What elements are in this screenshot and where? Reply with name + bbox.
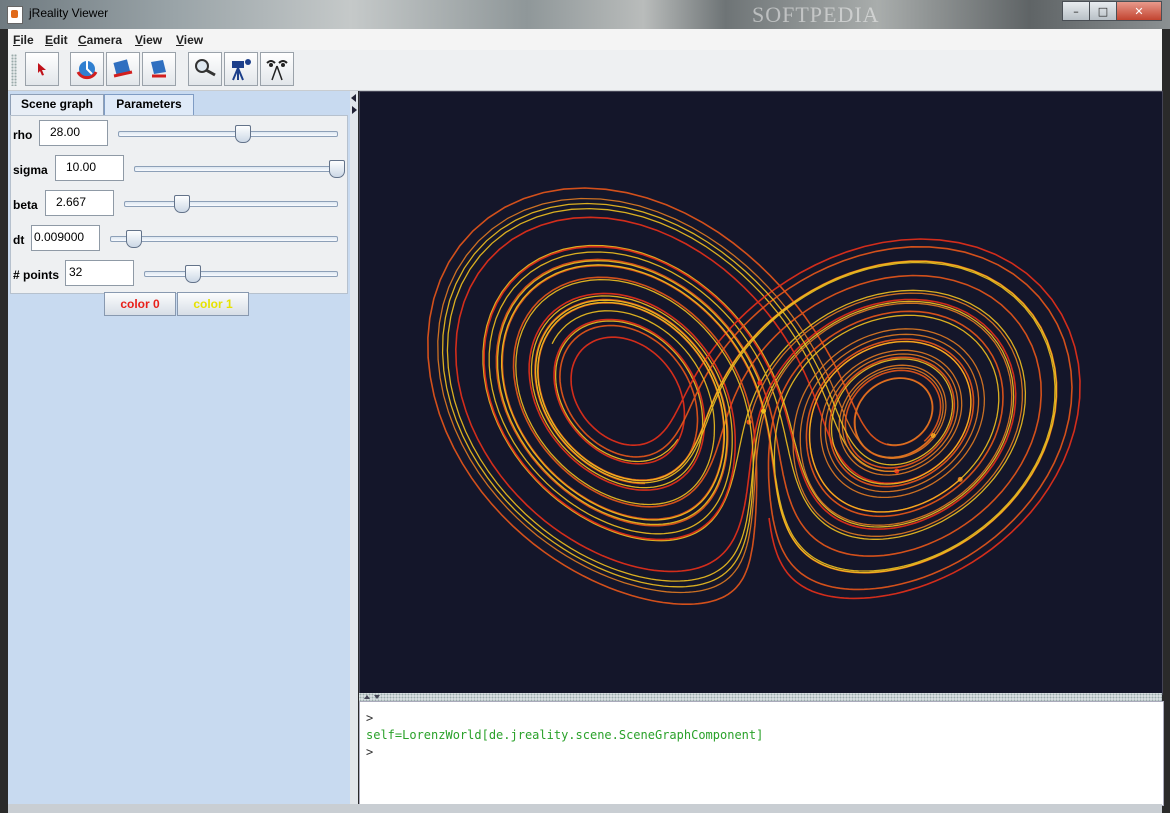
param-row-points: # points 32 [11, 260, 347, 290]
menu-file[interactable]: File [13, 33, 34, 47]
rotate-tool-icon [76, 61, 98, 80]
split-pane-divider[interactable] [350, 91, 358, 804]
dt-slider[interactable] [110, 230, 338, 248]
camera-tool-button[interactable] [224, 52, 258, 86]
zoom-tool-button[interactable] [188, 52, 222, 86]
menu-camera[interactable]: Camera [78, 33, 122, 47]
rho-field[interactable]: 28.00 [39, 120, 108, 146]
maximize-button[interactable]: □ [1089, 1, 1117, 21]
console-split-divider[interactable] [359, 693, 1162, 701]
translate-tool-button[interactable] [106, 52, 140, 86]
dt-slider-thumb[interactable] [125, 230, 142, 248]
toolbar-grip[interactable] [11, 54, 17, 86]
rho-slider[interactable] [118, 125, 338, 143]
parameters-panel: rho 28.00 sigma 10.00 beta 2.667 dt 0.00… [10, 115, 348, 294]
beanshell-console[interactable]: > self=LorenzWorld[de.jreality.scene.Sce… [359, 701, 1164, 806]
param-row-dt: dt 0.009000 [11, 225, 347, 255]
menu-view[interactable]: View [135, 33, 162, 47]
zoom-magnifier-icon [195, 59, 216, 77]
expand-right-icon[interactable] [352, 106, 357, 114]
sigma-slider[interactable] [134, 160, 345, 178]
title-bar[interactable]: jReality Viewer SOFTPEDIA – □ ✕ [0, 0, 1170, 29]
color-1-button[interactable]: color 1 [177, 292, 249, 316]
left-panel: Scene graph Parameters rho 28.00 sigma 1… [8, 91, 350, 804]
viewer-canvas[interactable] [359, 91, 1163, 695]
stereo-tool-button[interactable] [260, 52, 294, 86]
stereo-eyes-icon [266, 60, 288, 81]
console-prompt: > [366, 711, 374, 725]
param-label-rho: rho [13, 128, 33, 142]
menu-bar: File Edit Camera View View [8, 29, 1162, 51]
drag-tool-icon [151, 60, 166, 78]
param-label-beta: beta [13, 198, 38, 212]
camera-tripod-icon [232, 59, 251, 81]
window-controls: – □ ✕ [1062, 1, 1162, 21]
trajectory-point [757, 380, 763, 386]
close-icon: ✕ [1134, 4, 1144, 18]
select-tool-button[interactable] [25, 52, 59, 86]
points-slider-thumb[interactable] [185, 265, 201, 283]
pointer-arrow-icon [38, 63, 46, 76]
beta-field[interactable]: 2.667 [45, 190, 114, 216]
drag-tool-button[interactable] [142, 52, 176, 86]
rho-slider-thumb[interactable] [235, 125, 252, 143]
points-field[interactable]: 32 [65, 260, 134, 286]
status-bar [8, 804, 1162, 813]
console-output-line: self=LorenzWorld[de.jreality.scene.Scene… [366, 728, 764, 742]
menu-view-2[interactable]: View [176, 33, 203, 47]
points-slider[interactable] [144, 265, 338, 283]
beta-slider-thumb[interactable] [174, 195, 191, 213]
maximize-icon: □ [1097, 4, 1109, 18]
dt-field[interactable]: 0.009000 [31, 225, 100, 251]
lorenz-attractor-view [427, 187, 1081, 605]
minimize-icon: – [1073, 4, 1079, 18]
close-button[interactable]: ✕ [1116, 1, 1162, 21]
param-label-sigma: sigma [13, 163, 48, 177]
param-row-beta: beta 2.667 [11, 190, 347, 220]
sigma-field[interactable]: 10.00 [55, 155, 124, 181]
color-0-button[interactable]: color 0 [104, 292, 176, 316]
param-row-rho: rho 28.00 [11, 120, 347, 150]
collapse-left-icon[interactable] [351, 94, 356, 102]
application-window: jReality Viewer SOFTPEDIA – □ ✕ File Edi… [0, 0, 1170, 813]
console-prompt: > [366, 745, 374, 759]
minimize-button[interactable]: – [1062, 1, 1090, 21]
watermark-text: SOFTPEDIA [752, 2, 880, 27]
sigma-slider-thumb[interactable] [329, 160, 345, 178]
split-arrows-icon [364, 695, 380, 699]
tab-scene-graph[interactable]: Scene graph [10, 94, 104, 115]
tab-parameters[interactable]: Parameters [104, 94, 194, 115]
param-row-sigma: sigma 10.00 [11, 155, 347, 185]
rotate-tool-button[interactable] [70, 52, 104, 86]
translate-tool-icon [113, 59, 133, 78]
menu-edit[interactable]: Edit [45, 33, 68, 47]
toolbar [8, 50, 1162, 91]
beta-slider[interactable] [124, 195, 338, 213]
java-app-icon [7, 6, 23, 24]
window-title: jReality Viewer [29, 6, 109, 20]
param-label-points: # points [13, 268, 60, 282]
param-label-dt: dt [13, 233, 25, 247]
